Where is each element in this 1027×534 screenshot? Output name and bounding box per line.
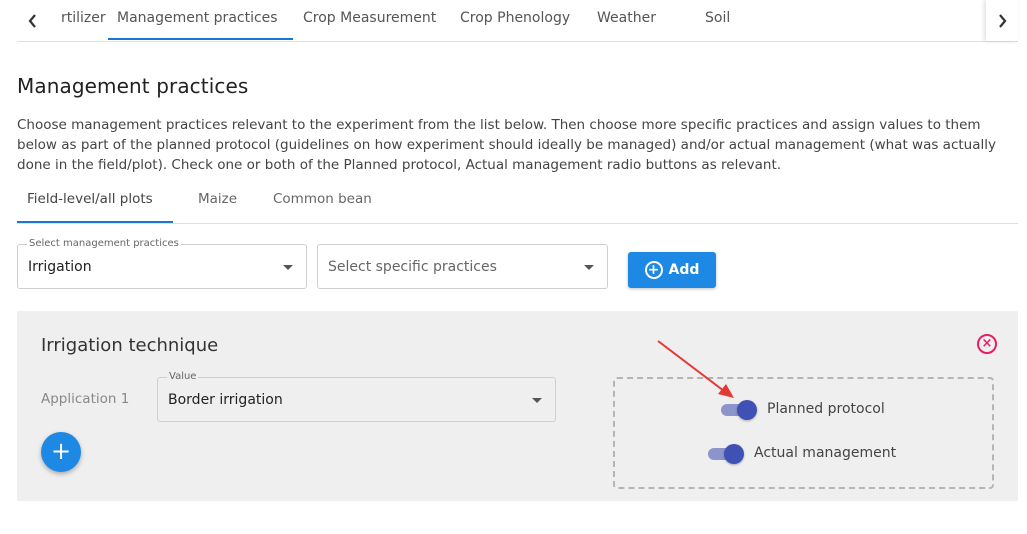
chevron-right-icon [999,13,1007,28]
plus-circle-icon: + [644,261,663,279]
active-subtab-indicator [17,221,173,223]
planned-protocol-label: Planned protocol [767,401,885,417]
close-circle-icon[interactable]: × [977,334,997,354]
tabs-scroll-right-button[interactable] [986,0,1018,41]
dropdown-arrow-icon [283,265,293,270]
tab-management-practices[interactable]: Management practices [117,0,278,41]
tab-maize[interactable]: Maize [198,182,237,222]
add-button-label: Add [668,262,700,278]
annotation-arrow-icon [657,340,734,398]
page-title: Management practices [17,74,249,98]
add-button[interactable]: + Add [628,252,716,288]
specific-practice-select[interactable]: Select specific practices [317,244,608,289]
value-select-label: Value [167,371,199,382]
crop-tab-bar: Field-level/all plots Maize Common bean [17,182,1018,224]
tab-crop-phenology[interactable]: Crop Phenology [460,0,570,41]
application-label: Application 1 [41,391,130,407]
tabs-scroll-left-button[interactable] [17,0,49,41]
management-practice-select-value: Irrigation [28,259,92,275]
add-application-button[interactable]: + [41,432,81,472]
tab-field-level[interactable]: Field-level/all plots [27,182,153,222]
value-select-value: Border irrigation [168,392,283,408]
management-practice-select-label: Select management practices [27,238,181,249]
value-select[interactable]: Value Border irrigation [157,371,556,422]
switch-thumb [724,444,744,464]
tab-soil[interactable]: Soil [705,0,730,41]
tab-crop-measurement[interactable]: Crop Measurement [303,0,436,41]
dropdown-arrow-icon [584,265,594,270]
tab-fertilizer[interactable]: rtilizer [61,0,106,41]
irrigation-technique-card: Irrigation technique × Application 1 Val… [17,311,1018,501]
actual-management-switch[interactable] [708,443,744,464]
tab-weather[interactable]: Weather [597,0,656,41]
top-tab-bar: rtilizer Management practices Crop Measu… [17,0,1018,42]
active-tab-indicator [108,38,293,40]
specific-practice-placeholder: Select specific practices [328,259,497,275]
actual-management-toggle-row[interactable]: Actual management [708,443,897,464]
card-title: Irrigation technique [41,335,219,356]
actual-management-label: Actual management [754,445,897,461]
plus-icon: + [50,437,72,465]
dropdown-arrow-icon [532,398,542,403]
chevron-left-icon [28,13,36,28]
management-practice-select[interactable]: Select management practices Irrigation [17,238,307,289]
page-description: Choose management practices relevant to … [17,117,996,173]
tab-common-bean[interactable]: Common bean [273,182,372,222]
